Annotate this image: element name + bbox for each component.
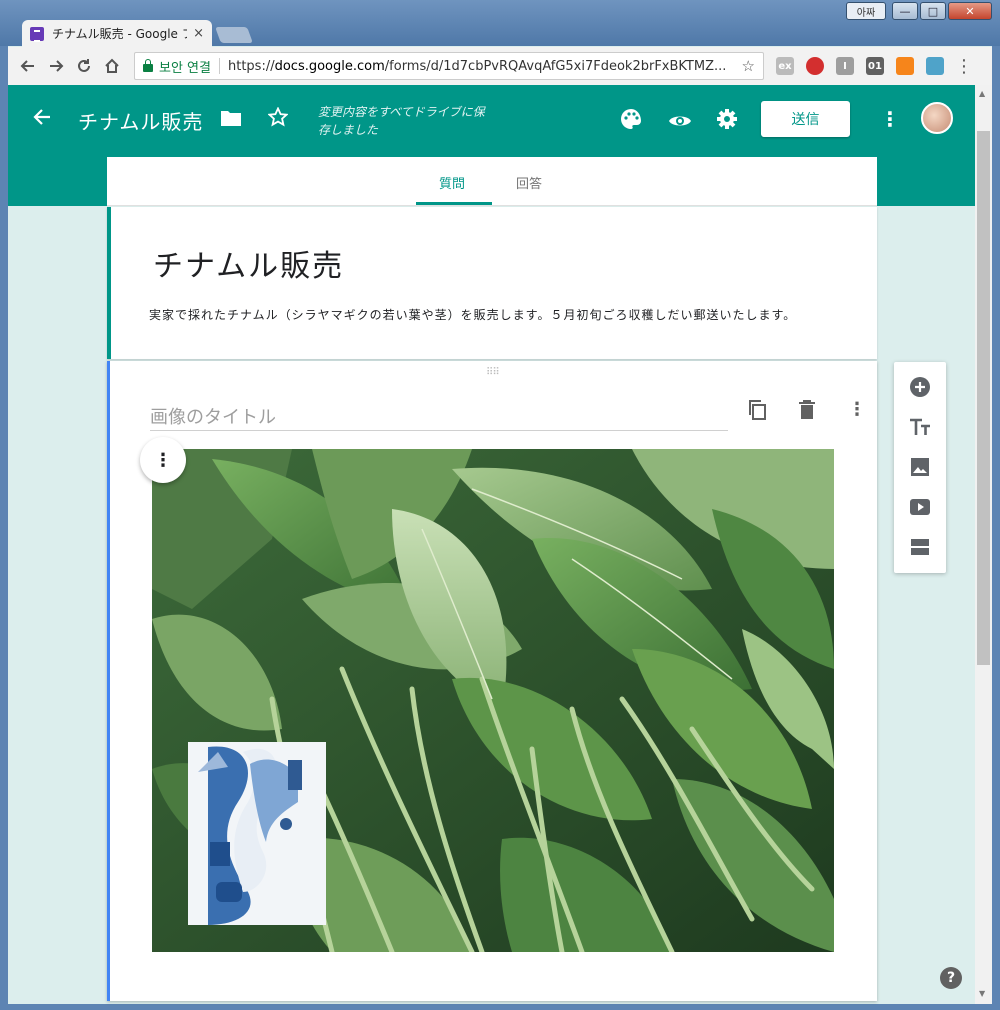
section-icon[interactable] xyxy=(908,535,932,559)
trash-icon[interactable] xyxy=(798,399,816,426)
save-status: 変更内容をすべてドライブに保存しました xyxy=(318,105,485,137)
address-bar[interactable]: 보안 연결 https://docs.google.com/forms/d/1d… xyxy=(134,52,764,80)
extension-adblock-icon[interactable] xyxy=(806,57,824,75)
new-tab-button[interactable] xyxy=(215,27,253,43)
page-scrollbar[interactable]: ▲ ▼ xyxy=(975,85,992,1004)
form-header-card[interactable]: チナムル販売 実家で採れたチナムル（シラヤマギクの若い葉や茎）を販売します。５月… xyxy=(107,207,877,359)
image-item-card[interactable]: ⠿⠿ 画像のタイトル ⋮ ⋮ xyxy=(107,361,877,1001)
avatar[interactable] xyxy=(921,102,953,134)
bookmark-star-icon[interactable]: ☆ xyxy=(742,57,755,75)
close-window-button[interactable]: ✕ xyxy=(948,2,992,20)
lock-icon xyxy=(143,59,153,72)
forms-favicon-icon xyxy=(30,26,44,42)
add-circle-icon[interactable] xyxy=(908,375,932,399)
video-icon[interactable] xyxy=(908,495,932,519)
secure-label: 보안 연결 xyxy=(159,60,211,76)
appbar-title[interactable]: チナムル販売 xyxy=(78,106,203,135)
tab-questions[interactable]: 質問 xyxy=(439,173,465,192)
add-item-toolbar xyxy=(894,362,946,573)
url-text: https://docs.google.com/forms/d/1d7cbPvR… xyxy=(228,59,736,74)
url-path: /forms/d/1d7cbPvRQAvqAfG5xi7Fdeok2brFxBK… xyxy=(384,58,727,74)
browser-menu-icon[interactable]: ⋮ xyxy=(950,52,978,80)
drag-handle-icon[interactable]: ⠿⠿ xyxy=(486,367,500,378)
maximize-button[interactable]: □ xyxy=(920,2,946,20)
eye-icon[interactable] xyxy=(668,110,692,134)
send-button[interactable]: 送信 xyxy=(761,101,850,137)
forward-icon[interactable] xyxy=(42,52,70,80)
scroll-thumb[interactable] xyxy=(977,131,990,665)
copy-icon[interactable] xyxy=(747,399,769,426)
scroll-down-icon[interactable]: ▼ xyxy=(979,989,985,998)
tab-close-icon[interactable]: × xyxy=(193,26,204,41)
form-description[interactable]: 実家で採れたチナムル（シラヤマギクの若い葉や茎）を販売します。５月初旬ごろ収穫し… xyxy=(149,306,796,323)
more-vert-icon[interactable]: ⋮ xyxy=(880,107,900,131)
overlay-illustration xyxy=(188,742,326,925)
browser-tab[interactable]: チナムル販売 - Google フ × xyxy=(22,20,212,47)
star-icon[interactable] xyxy=(267,106,289,132)
omnibox-separator xyxy=(218,58,220,74)
tab-responses[interactable]: 回答 xyxy=(516,173,542,192)
active-tab-indicator xyxy=(416,202,492,205)
back-icon[interactable] xyxy=(14,52,42,80)
window-controls: — □ ✕ xyxy=(892,2,992,20)
scroll-up-icon[interactable]: ▲ xyxy=(979,89,985,98)
help-button[interactable]: ? xyxy=(940,967,962,989)
home-icon[interactable] xyxy=(98,52,126,80)
browser-toolbar: 보안 연결 https://docs.google.com/forms/d/1d… xyxy=(8,47,992,85)
extension-fox-icon[interactable] xyxy=(896,57,914,75)
back-arrow-icon[interactable] xyxy=(32,107,52,132)
form-title[interactable]: チナムル販売 xyxy=(153,241,344,285)
folder-icon[interactable] xyxy=(220,108,242,132)
title-icon[interactable] xyxy=(908,415,932,439)
window-frame-right xyxy=(992,46,1000,1010)
reload-icon[interactable] xyxy=(70,52,98,80)
extension-ex-icon[interactable]: ex xyxy=(776,57,794,75)
extension-s-icon[interactable] xyxy=(926,57,944,75)
image-title-input[interactable]: 画像のタイトル xyxy=(150,403,728,431)
image-options-button[interactable]: ⋮ xyxy=(140,437,186,483)
ime-indicator[interactable]: 아짜 xyxy=(846,2,886,20)
palette-icon[interactable] xyxy=(620,108,642,135)
tab-title: チナムル販売 - Google フ xyxy=(52,27,188,41)
window-frame-left xyxy=(0,46,8,1010)
item-image[interactable] xyxy=(152,449,834,952)
extension-01-icon[interactable]: 01 xyxy=(866,57,884,75)
url-host: docs.google.com xyxy=(274,58,385,74)
image-icon[interactable] xyxy=(908,455,932,479)
extension-i-icon[interactable]: I xyxy=(836,57,854,75)
minimize-button[interactable]: — xyxy=(892,2,918,20)
window-frame-bottom xyxy=(0,1004,1000,1010)
form-tabs: 質問 回答 xyxy=(107,157,877,206)
item-more-icon[interactable]: ⋮ xyxy=(848,399,866,420)
url-scheme: https:// xyxy=(227,58,275,74)
settings-icon[interactable] xyxy=(716,108,738,135)
